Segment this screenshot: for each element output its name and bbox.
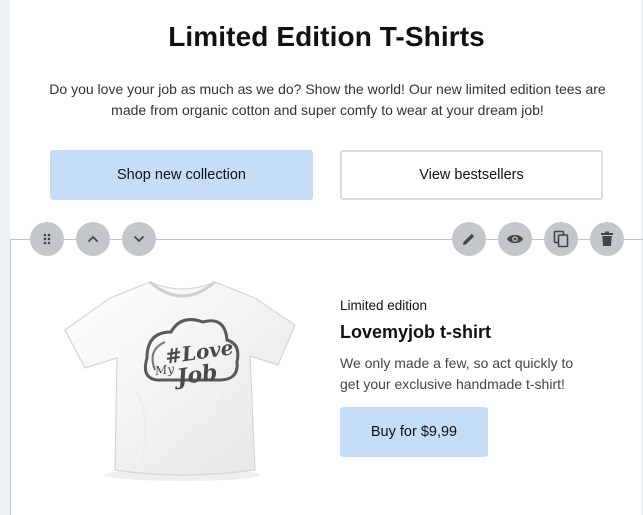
shirt-print-job: Job [175,359,220,391]
product-description: We only made a few, so act quickly to ge… [340,355,574,392]
copy-icon [553,230,569,248]
duplicate-block-button[interactable] [544,222,578,256]
view-bestsellers-button[interactable]: View bestsellers [340,150,603,200]
product-kicker: Limited edition [340,298,428,313]
product-image: #Love My Job [55,270,305,485]
chevron-up-icon [88,236,98,242]
move-down-button[interactable] [122,222,156,256]
drag-handle-icon [43,233,51,245]
eye-icon [507,234,523,244]
delete-block-button[interactable] [590,222,624,256]
hero-description: Do you love your job as much as we do? S… [49,81,606,118]
edit-block-button[interactable] [452,222,486,256]
shop-new-collection-button[interactable]: Shop new collection [50,150,313,200]
selected-block-left-border [10,239,11,515]
trash-icon [601,231,613,246]
pencil-icon [463,233,475,245]
buy-button[interactable]: Buy for $9,99 [340,407,488,457]
drag-handle-button[interactable] [30,222,64,256]
move-up-button[interactable] [76,222,110,256]
shirt-print-my: My [154,361,175,379]
preview-block-button[interactable] [498,222,532,256]
product-title: Lovemyjob t-shirt [340,322,492,342]
editor-left-gutter [0,0,10,515]
hero-title: Limited Edition T-Shirts [168,21,485,52]
chevron-down-icon [134,236,144,242]
